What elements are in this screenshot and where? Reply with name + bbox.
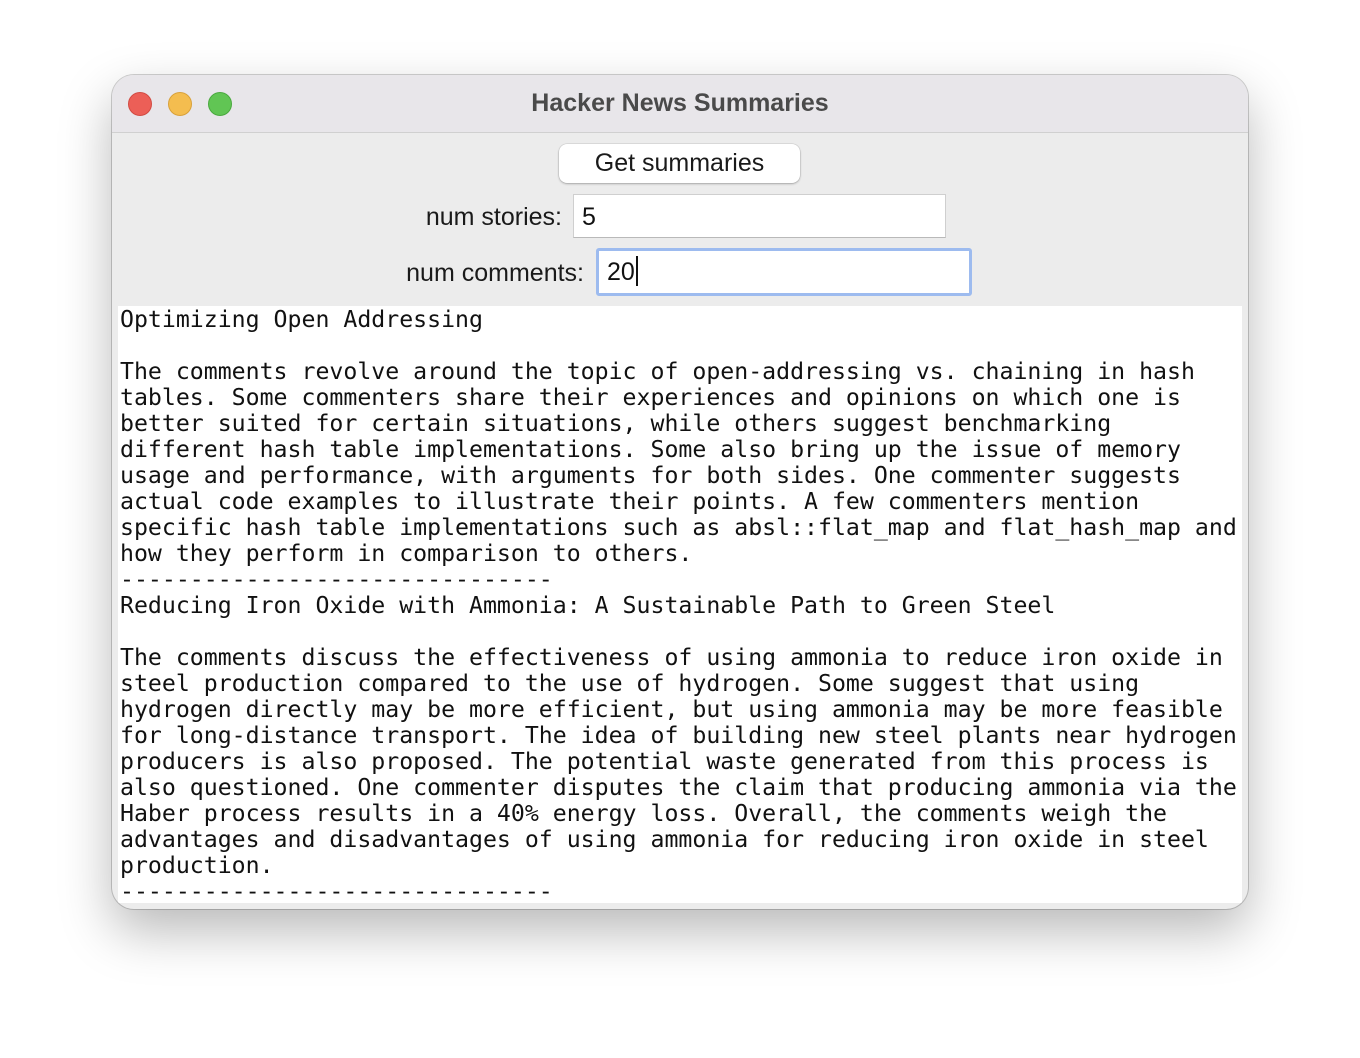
num-comments-label: num comments: xyxy=(406,259,584,287)
text-cursor xyxy=(635,256,638,287)
num-comments-value: 20 xyxy=(607,258,635,286)
num-stories-label: num stories: xyxy=(425,203,562,231)
summaries-text: Optimizing Open Addressing The comments … xyxy=(120,306,1237,904)
title-bar[interactable]: Hacker News Summaries xyxy=(112,75,1248,133)
summaries-output-area[interactable]: Optimizing Open Addressing The comments … xyxy=(118,306,1242,903)
window-title: Hacker News Summaries xyxy=(531,89,829,117)
num-stories-input[interactable]: 5 xyxy=(573,194,946,238)
num-comments-input[interactable]: 20 xyxy=(596,248,972,296)
get-summaries-button[interactable]: Get summaries xyxy=(559,144,800,183)
num-stories-value: 5 xyxy=(582,203,596,231)
app-window: Hacker News Summaries Get summaries num … xyxy=(112,75,1248,909)
